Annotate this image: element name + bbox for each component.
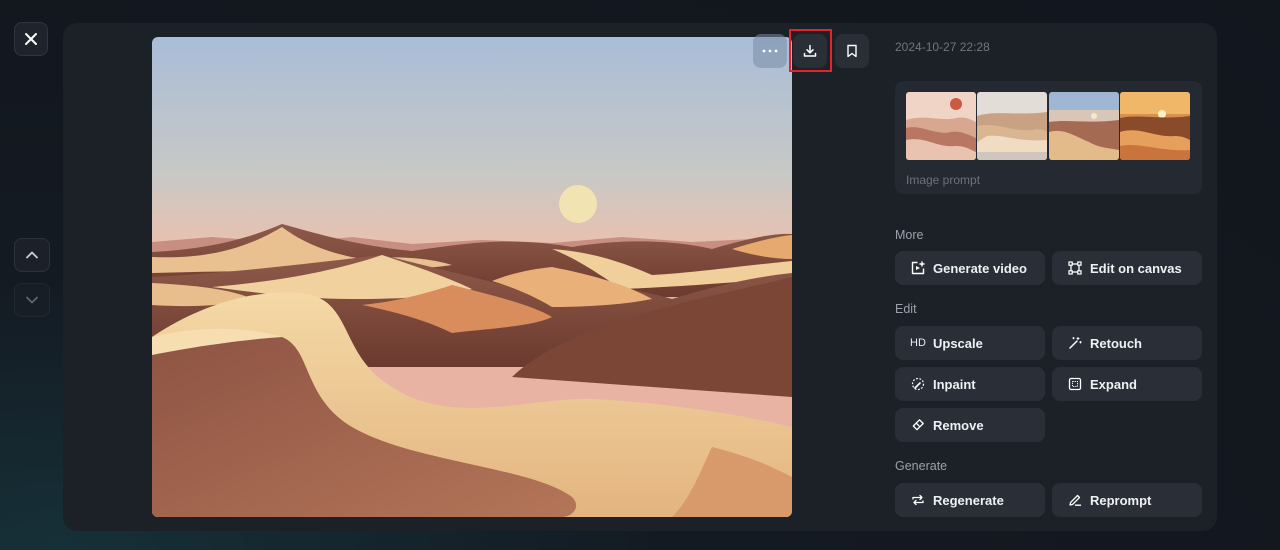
prompt-thumbnail-2[interactable] xyxy=(977,92,1047,160)
download-button[interactable] xyxy=(793,34,827,68)
previous-image-button[interactable] xyxy=(14,238,50,272)
image-prompt-card[interactable]: Image prompt xyxy=(895,81,1202,194)
regenerate-icon xyxy=(910,492,926,508)
chevron-down-icon xyxy=(26,296,38,304)
eraser-icon xyxy=(910,417,926,433)
remove-label: Remove xyxy=(933,417,984,433)
more-horizontal-icon xyxy=(762,49,778,53)
generated-image xyxy=(152,37,792,517)
expand-button[interactable]: Expand xyxy=(1052,367,1202,401)
prompt-thumbnail-1[interactable] xyxy=(906,92,976,160)
more-options-button[interactable] xyxy=(753,34,787,68)
magic-wand-icon xyxy=(1067,335,1083,351)
inpaint-icon xyxy=(910,376,926,392)
prompt-thumbnail-4[interactable] xyxy=(1120,92,1190,160)
section-title-more: More xyxy=(895,228,924,242)
inpaint-button[interactable]: Inpaint xyxy=(895,367,1045,401)
upscale-button[interactable]: HD Upscale xyxy=(895,326,1045,360)
upscale-label: Upscale xyxy=(933,335,983,351)
image-prompt-label: Image prompt xyxy=(906,173,981,187)
chevron-up-icon xyxy=(26,251,38,259)
retouch-label: Retouch xyxy=(1090,335,1142,351)
section-title-edit: Edit xyxy=(895,302,917,316)
canvas-icon xyxy=(1067,260,1083,276)
timestamp: 2024-10-27 22:28 xyxy=(895,40,990,54)
download-icon xyxy=(803,44,817,57)
close-icon xyxy=(25,33,37,45)
pencil-icon xyxy=(1067,492,1083,508)
reprompt-label: Reprompt xyxy=(1090,492,1152,508)
regenerate-button[interactable]: Regenerate xyxy=(895,483,1045,517)
edit-on-canvas-label: Edit on canvas xyxy=(1090,260,1182,276)
video-plus-icon xyxy=(910,260,926,276)
section-title-generate: Generate xyxy=(895,459,948,473)
expand-label: Expand xyxy=(1090,376,1137,392)
hd-icon: HD xyxy=(910,337,926,349)
bookmark-button[interactable] xyxy=(835,34,869,68)
regenerate-label: Regenerate xyxy=(933,492,1004,508)
next-image-button[interactable] xyxy=(14,283,50,317)
edit-on-canvas-button[interactable]: Edit on canvas xyxy=(1052,251,1202,285)
inpaint-label: Inpaint xyxy=(933,376,976,392)
generate-video-button[interactable]: Generate video xyxy=(895,251,1045,285)
reprompt-button[interactable]: Reprompt xyxy=(1052,483,1202,517)
bookmark-icon xyxy=(847,44,857,58)
remove-button[interactable]: Remove xyxy=(895,408,1045,442)
generate-video-label: Generate video xyxy=(933,260,1027,276)
close-button[interactable] xyxy=(14,22,48,56)
prompt-thumbnail-3[interactable] xyxy=(1049,92,1119,160)
expand-icon xyxy=(1067,376,1083,392)
retouch-button[interactable]: Retouch xyxy=(1052,326,1202,360)
